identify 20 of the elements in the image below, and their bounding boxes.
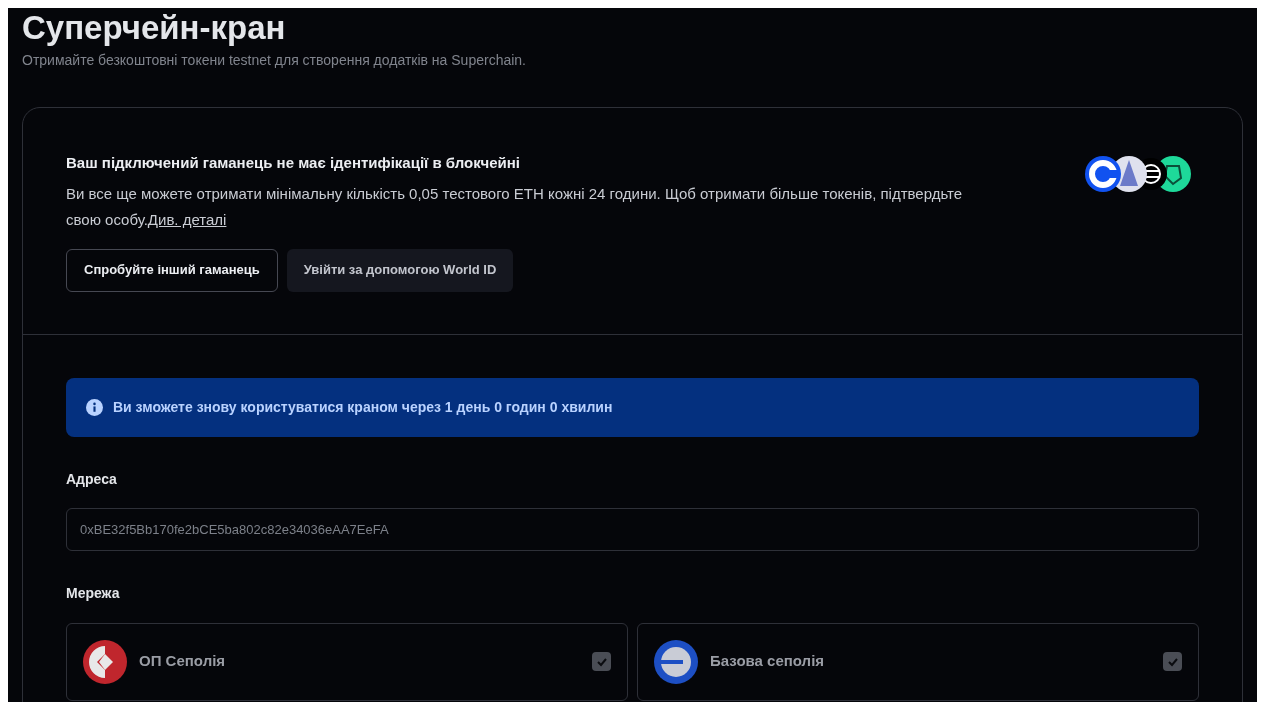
network-name: ОП Сеполія [139, 651, 227, 672]
identity-text: Ви все ще можете отримати мінімальну кількість 0,05 тестового ETH кожні 24 години. Щоб отримати більше токенів, підтвердьте свою особу.Див. деталі [66, 183, 964, 230]
address-field[interactable]: 0xBE32f5Bb170fe2bCE5ba802c82e34036eAA7EeFA [66, 507, 1199, 551]
details-link[interactable]: Див. деталі [147, 210, 227, 228]
network-logo-icon [654, 639, 698, 684]
alert-text: Ви зможете знову користуватися краном через 1 день 0 годин 0 хвилин [113, 397, 613, 417]
checkbox[interactable] [1163, 652, 1182, 671]
world-id-button[interactable]: Увійти за допомогою World ID [286, 248, 514, 292]
page-title: Суперчейн-кран [22, 8, 287, 46]
network-label: Мережа [66, 583, 121, 603]
info-icon [86, 398, 103, 416]
network-name: Базова сеполія [710, 651, 826, 672]
checkbox[interactable] [592, 652, 611, 671]
network-logo-icon [83, 639, 127, 684]
network-option[interactable]: ОП Сеполія [66, 622, 628, 701]
network-option[interactable]: Базова сеполія [637, 622, 1199, 701]
identity-title: Ваш підключений гаманець не має ідентифікації в блокчейні [66, 153, 522, 173]
page-subtitle: Отримайте безкоштовні токени testnet для створення додатків на Superchain. [22, 51, 527, 70]
address-label: Адреса [66, 469, 118, 489]
try-wallet-button[interactable]: Спробуйте інший гаманець [66, 248, 278, 292]
